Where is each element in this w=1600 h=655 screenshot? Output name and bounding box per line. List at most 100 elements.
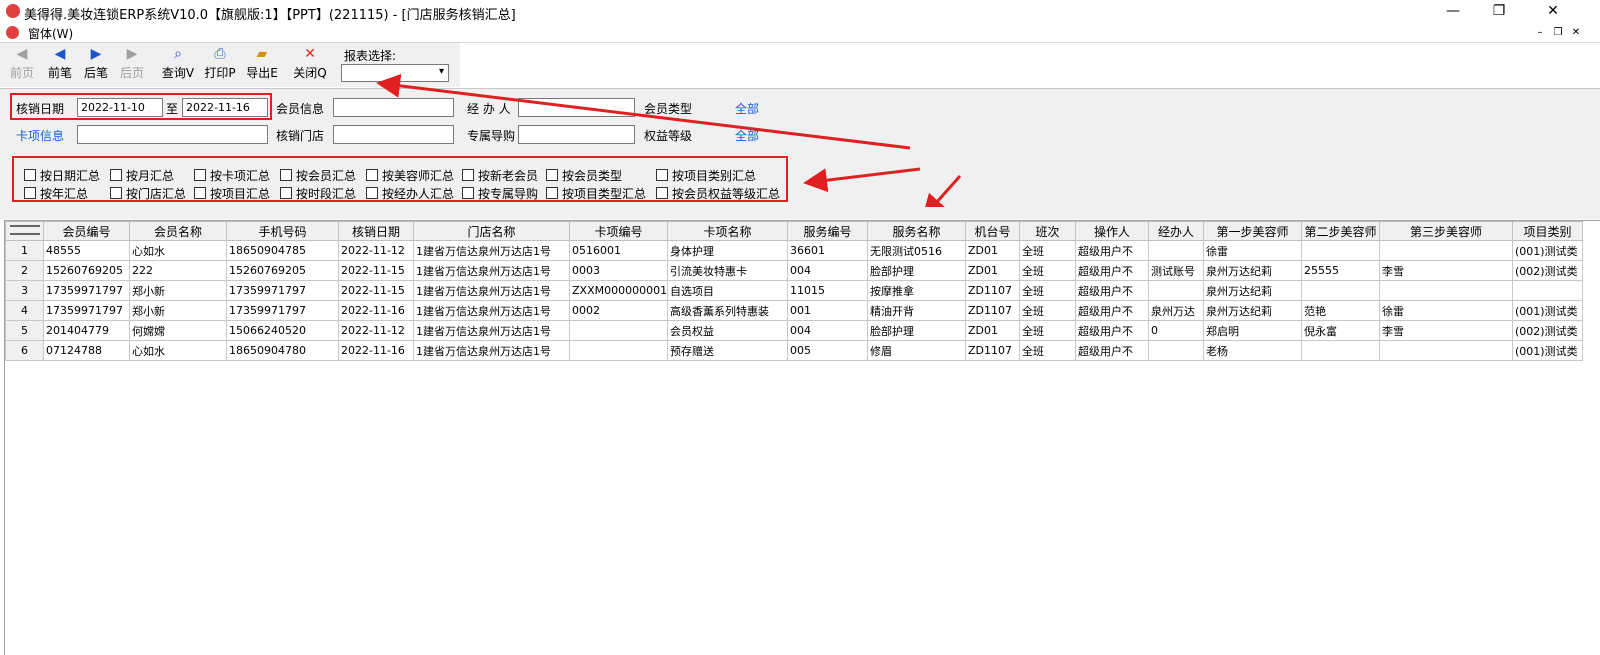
table-cell: 郑小新 xyxy=(129,300,227,321)
panel-separator xyxy=(0,207,1600,219)
table-cell xyxy=(1379,280,1513,301)
table-cell: 07124788 xyxy=(43,340,130,361)
table-cell: 心如水 xyxy=(129,240,227,261)
column-header[interactable]: 门店名称 xyxy=(413,221,570,241)
table-cell: 222 xyxy=(129,260,227,281)
column-header[interactable]: 服务编号 xyxy=(787,221,868,241)
table-cell: (001)测试类 xyxy=(1512,240,1583,261)
table-cell: 修眉 xyxy=(867,340,966,361)
column-header[interactable]: 第二步美容师 xyxy=(1301,221,1380,241)
column-header[interactable]: 服务名称 xyxy=(867,221,966,241)
table-cell: 郑小新 xyxy=(129,280,227,301)
row-number: 3 xyxy=(5,280,44,301)
table-cell: 15260769205 xyxy=(43,260,130,281)
table-cell: 高级香薰系列特惠装 xyxy=(667,300,788,321)
table-cell: 超级用户不 xyxy=(1075,240,1149,261)
table-cell: 按摩推拿 xyxy=(867,280,966,301)
table-row[interactable]: 5 201404779 何嫦嫦 15066240520 2022-11-12 1建省万信达… xyxy=(5,320,1583,341)
table-cell: 0516001 xyxy=(569,240,668,261)
table-row[interactable]: 3 17359971797 郑小新 17359971797 2022-11-15 1建省万… xyxy=(5,280,1583,301)
table-cell: 身体护理 xyxy=(667,240,788,261)
table-cell: 001 xyxy=(787,300,868,321)
table-cell: 1建省万信达泉州万达店1号 xyxy=(413,340,570,361)
table-cell: 超级用户不 xyxy=(1075,340,1149,361)
table-cell: 全班 xyxy=(1019,260,1076,281)
column-header[interactable]: 项目类别 xyxy=(1512,221,1583,241)
table-cell: 心如水 xyxy=(129,340,227,361)
row-number: 4 xyxy=(5,300,44,321)
table-cell: 无限测试0516 xyxy=(867,240,966,261)
table-row[interactable]: 2 15260769205 222 15260769205 2022-11-15 1建省万… xyxy=(5,260,1583,281)
table-cell: 0003 xyxy=(569,260,668,281)
table-cell: (002)测试类 xyxy=(1512,320,1583,341)
table-cell: 2022-11-12 xyxy=(338,240,414,261)
column-header[interactable]: 卡项名称 xyxy=(667,221,788,241)
results-table: 会员编号 会员名称 手机号码 核销日期 门店名称 卡项编号 卡项名称 服务编号 服务名称 机台号班… xyxy=(5,221,1583,361)
table-cell: 脸部护理 xyxy=(867,320,966,341)
table-cell: 17359971797 xyxy=(226,300,339,321)
grid-corner[interactable] xyxy=(5,221,44,241)
table-cell: 2022-11-16 xyxy=(338,300,414,321)
column-header[interactable]: 核销日期 xyxy=(338,221,414,241)
table-row[interactable]: 1 48555 心如水 18650904785 2022-11-12 1建省万信达泉州万达… xyxy=(5,240,1583,261)
column-header[interactable]: 会员编号 xyxy=(43,221,130,241)
row-number: 6 xyxy=(5,340,44,361)
table-cell: 全班 xyxy=(1019,240,1076,261)
table-cell: 李雪 xyxy=(1379,260,1513,281)
table-cell: 2022-11-15 xyxy=(338,260,414,281)
table-cell xyxy=(1301,280,1380,301)
table-cell: 48555 xyxy=(43,240,130,261)
table-cell: 004 xyxy=(787,320,868,341)
column-header[interactable]: 会员名称 xyxy=(129,221,227,241)
table-cell: 201404779 xyxy=(43,320,130,341)
column-header[interactable]: 经办人 xyxy=(1148,221,1204,241)
table-cell: 1建省万信达泉州万达店1号 xyxy=(413,300,570,321)
table-cell: ZXXM000000001 xyxy=(569,280,668,301)
table-row[interactable]: 4 17359971797 郑小新 17359971797 2022-11-16 1建省万… xyxy=(5,300,1583,321)
table-cell: 全班 xyxy=(1019,340,1076,361)
table-cell: 11015 xyxy=(787,280,868,301)
table-cell: 1建省万信达泉州万达店1号 xyxy=(413,260,570,281)
table-cell xyxy=(569,320,668,341)
table-cell: 超级用户不 xyxy=(1075,320,1149,341)
table-row[interactable]: 6 07124788 心如水 18650904780 2022-11-16 1建省万信达泉… xyxy=(5,340,1583,361)
table-cell xyxy=(1301,240,1380,261)
table-cell: 1建省万信达泉州万达店1号 xyxy=(413,320,570,341)
table-cell xyxy=(1301,340,1380,361)
table-cell: 2022-11-12 xyxy=(338,320,414,341)
table-cell: 2022-11-16 xyxy=(338,340,414,361)
table-cell: 18650904780 xyxy=(226,340,339,361)
table-cell: 泉州万达纪莉 xyxy=(1203,280,1302,301)
column-header[interactable]: 第三步美容师 xyxy=(1379,221,1513,241)
table-cell: 004 xyxy=(787,260,868,281)
table-cell: ZD1107 xyxy=(965,300,1020,321)
row-number: 2 xyxy=(5,260,44,281)
table-cell: 005 xyxy=(787,340,868,361)
column-header[interactable]: 机台号 xyxy=(965,221,1020,241)
table-cell: 引流美妆特惠卡 xyxy=(667,260,788,281)
column-header[interactable]: 班次 xyxy=(1019,221,1076,241)
table-cell: ZD01 xyxy=(965,260,1020,281)
table-cell: 超级用户不 xyxy=(1075,280,1149,301)
table-cell: 超级用户不 xyxy=(1075,260,1149,281)
column-header[interactable]: 第一步美容师 xyxy=(1203,221,1302,241)
table-cell: ZD01 xyxy=(965,320,1020,341)
table-cell: 25555 xyxy=(1301,260,1380,281)
table-cell: 17359971797 xyxy=(43,280,130,301)
column-header[interactable]: 操作人 xyxy=(1075,221,1149,241)
table-cell: 预存赠送 xyxy=(667,340,788,361)
column-header[interactable]: 卡项编号 xyxy=(569,221,668,241)
table-cell xyxy=(1512,280,1583,301)
table-cell: 泉州万达纪莉 xyxy=(1203,300,1302,321)
table-cell: 36601 xyxy=(787,240,868,261)
results-grid[interactable]: 会员编号 会员名称 手机号码 核销日期 门店名称 卡项编号 卡项名称 服务编号 服务名称 机台号班… xyxy=(4,220,1600,655)
table-cell: 会员权益 xyxy=(667,320,788,341)
column-header[interactable]: 手机号码 xyxy=(226,221,339,241)
table-cell: 徐雷 xyxy=(1203,240,1302,261)
table-cell: (001)测试类 xyxy=(1512,340,1583,361)
select-all-icon xyxy=(9,225,40,235)
table-cell xyxy=(1148,340,1204,361)
table-cell: 范艳 xyxy=(1301,300,1380,321)
table-cell: 郑启明 xyxy=(1203,320,1302,341)
arrow-to-summary-options xyxy=(803,167,921,193)
